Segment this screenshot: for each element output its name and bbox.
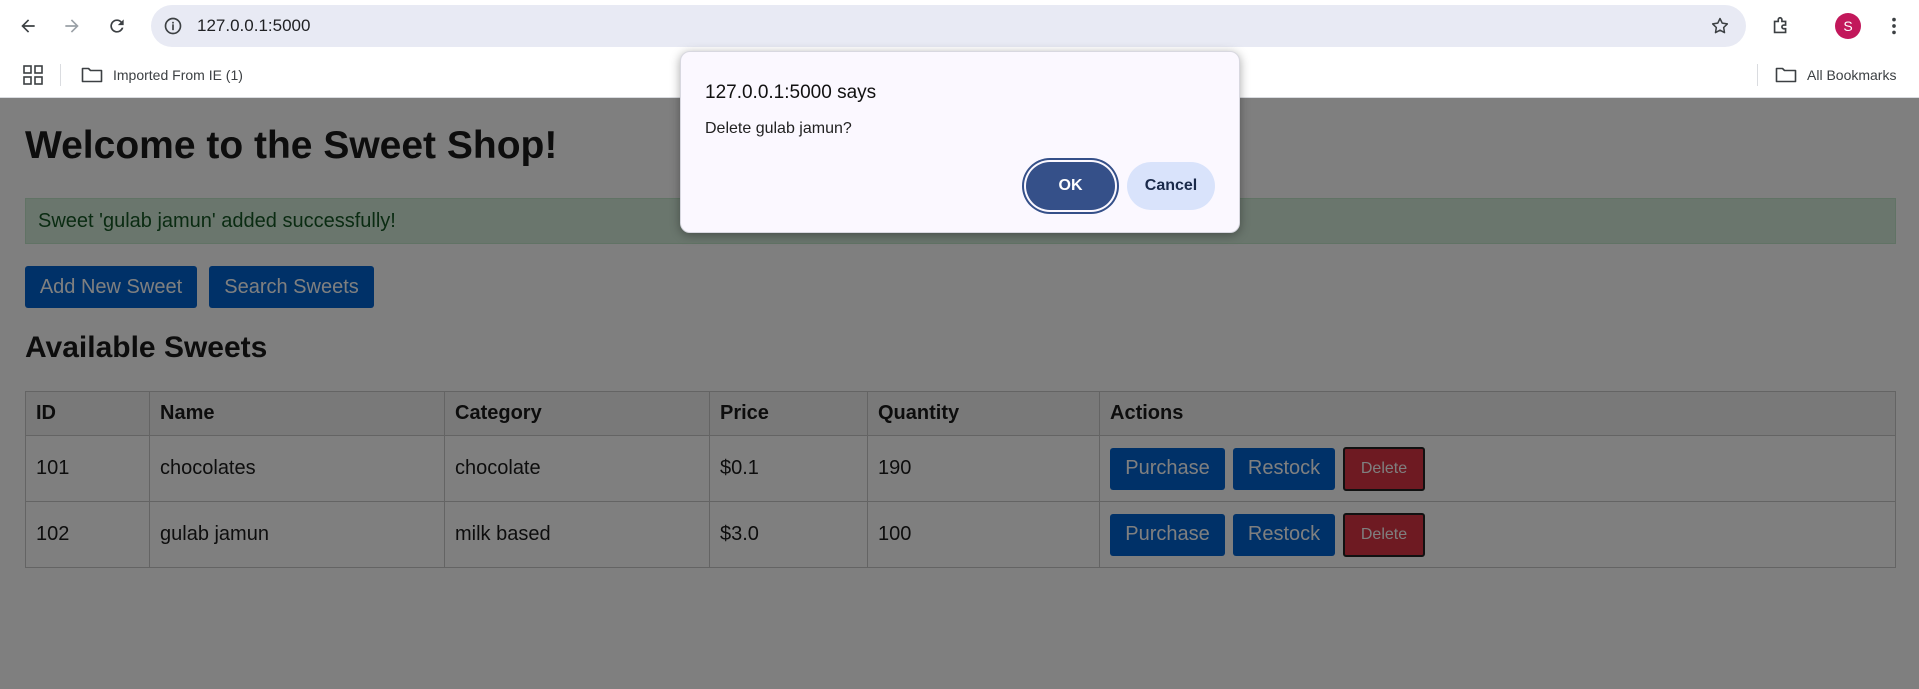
bookmarks-divider	[60, 64, 61, 86]
extensions-button[interactable]	[1767, 12, 1795, 40]
puzzle-icon	[1773, 16, 1787, 34]
dialog-cancel-button[interactable]: Cancel	[1127, 162, 1215, 210]
bookmark-label: Imported From IE (1)	[113, 67, 243, 83]
browser-menu-button[interactable]	[1880, 12, 1908, 40]
bookmark-folder-imported[interactable]: Imported From IE (1)	[81, 62, 243, 88]
all-bookmarks-label: All Bookmarks	[1807, 67, 1897, 83]
folder-icon	[81, 67, 103, 83]
arrow-right-icon	[65, 19, 79, 33]
apps-grid-icon[interactable]	[22, 64, 44, 86]
all-bookmarks[interactable]: All Bookmarks	[1775, 62, 1896, 88]
browser-toolbar: 127.0.0.1:5000 S	[0, 0, 1919, 52]
dialog-title: 127.0.0.1:5000 says	[705, 82, 877, 103]
address-bar[interactable]: 127.0.0.1:5000	[151, 5, 1746, 47]
folder-icon	[1775, 67, 1797, 83]
profile-avatar[interactable]: S	[1835, 13, 1861, 39]
forward-button[interactable]	[56, 10, 88, 42]
dialog-message: Delete gulab jamun?	[705, 120, 852, 137]
reload-button[interactable]	[101, 10, 133, 42]
back-button[interactable]	[12, 10, 44, 42]
bookmark-star-icon[interactable]	[1708, 14, 1732, 38]
site-info-icon[interactable]	[161, 14, 185, 38]
more-vert-icon	[1892, 17, 1896, 35]
reload-icon	[110, 19, 124, 33]
bookmarks-divider	[1757, 64, 1758, 86]
arrow-left-icon	[21, 19, 35, 33]
confirm-dialog: 127.0.0.1:5000 says Delete gulab jamun? …	[680, 51, 1240, 233]
dialog-ok-button[interactable]: OK	[1026, 162, 1115, 210]
url-text: 127.0.0.1:5000	[197, 16, 311, 35]
